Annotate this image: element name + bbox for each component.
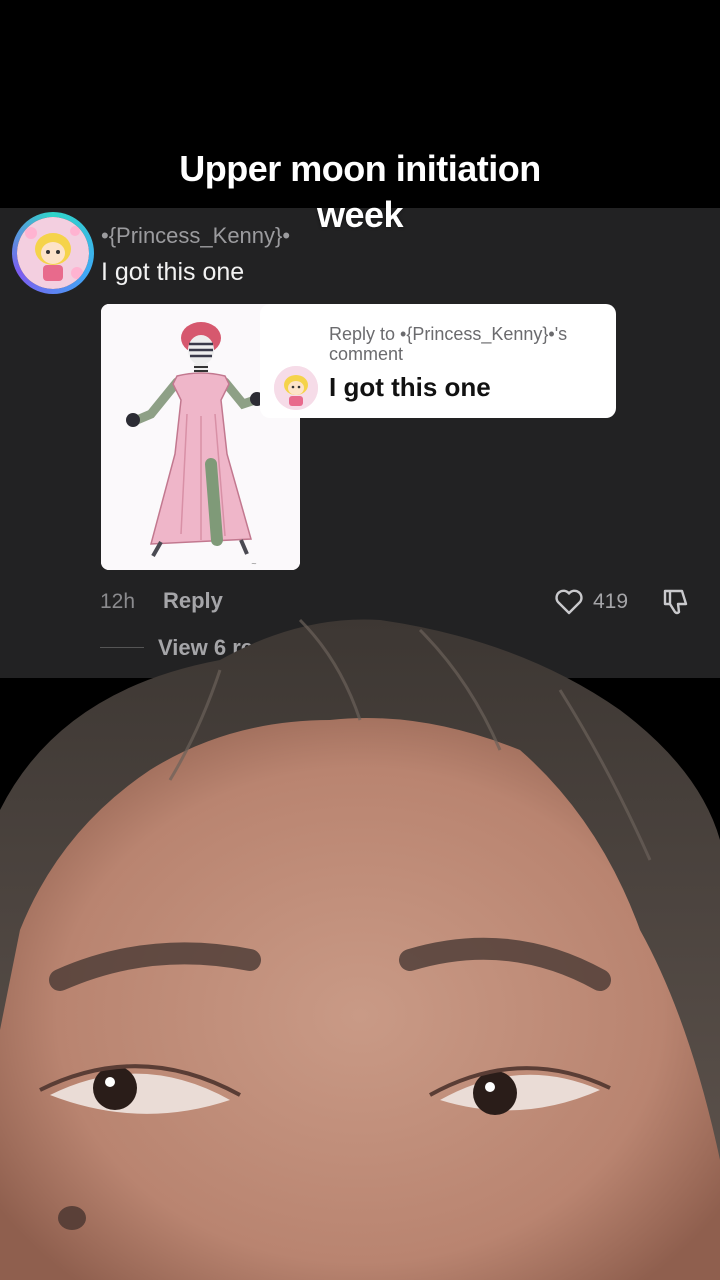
reply-to-text: Reply to •{Princess_Kenny}•'s comment — [329, 324, 568, 364]
video-caption: Upper moon initiation week — [110, 146, 610, 238]
greenscreen-face-photo — [0, 600, 720, 1280]
svg-text:~: ~ — [251, 560, 257, 568]
reply-to-card: Reply to •{Princess_Kenny}•'s comment I … — [260, 304, 616, 418]
reply-card-avatar — [274, 366, 318, 410]
reply-card-comment: I got this one — [329, 372, 491, 402]
commenter-avatar[interactable] — [12, 212, 94, 294]
commenter-avatar-image — [17, 217, 89, 289]
caption-line-1: Upper moon initiation — [179, 148, 541, 189]
comment-text: I got this one — [101, 258, 245, 286]
caption-line-2: week — [316, 194, 404, 235]
